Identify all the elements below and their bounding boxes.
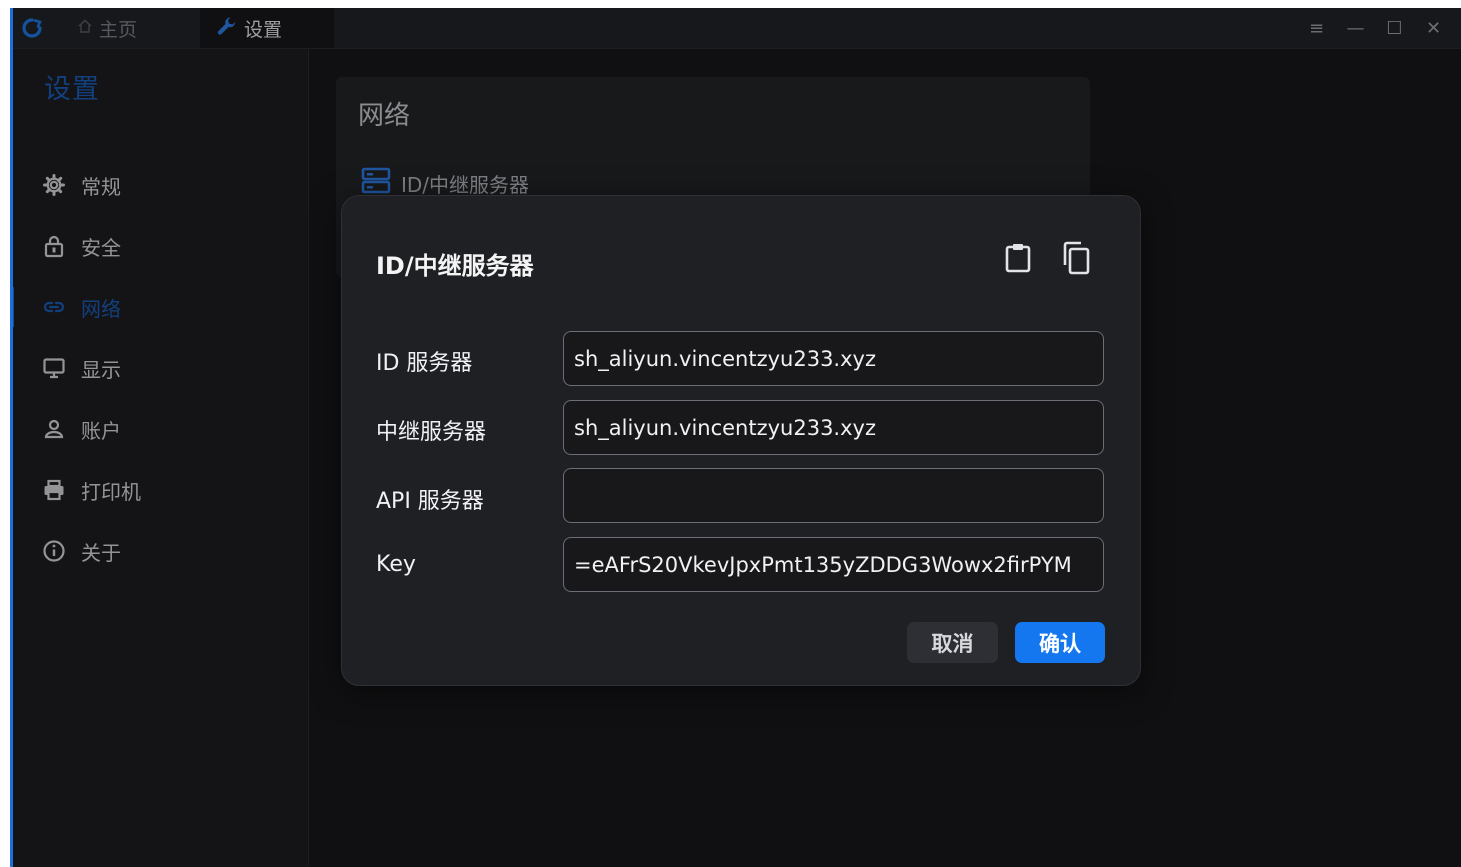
cancel-button[interactable]: 取消 (907, 622, 998, 663)
id-server-label: ID 服务器 (376, 351, 473, 376)
id-relay-server-dialog: ID/中继服务器 ID 服务器 中继服务器 API 服务器 Key 取消 确认 (341, 195, 1141, 686)
relay-server-label: 中继服务器 (376, 420, 487, 445)
api-server-input[interactable] (563, 468, 1104, 523)
key-input[interactable] (563, 537, 1104, 592)
key-label: Key (376, 552, 416, 577)
dialog-title: ID/中继服务器 (376, 252, 534, 280)
clipboard-icon[interactable] (1000, 240, 1036, 276)
confirm-button[interactable]: 确认 (1015, 622, 1105, 663)
api-server-label: API 服务器 (376, 489, 484, 514)
relay-server-input[interactable] (563, 400, 1104, 455)
copy-icon[interactable] (1058, 240, 1094, 276)
app-window: 主页 设置 ≡ — ☐ ✕ 设置 常规 安全 网络 显示 账户 打印机 关于 网… (10, 8, 1461, 867)
id-server-input[interactable] (563, 331, 1104, 386)
